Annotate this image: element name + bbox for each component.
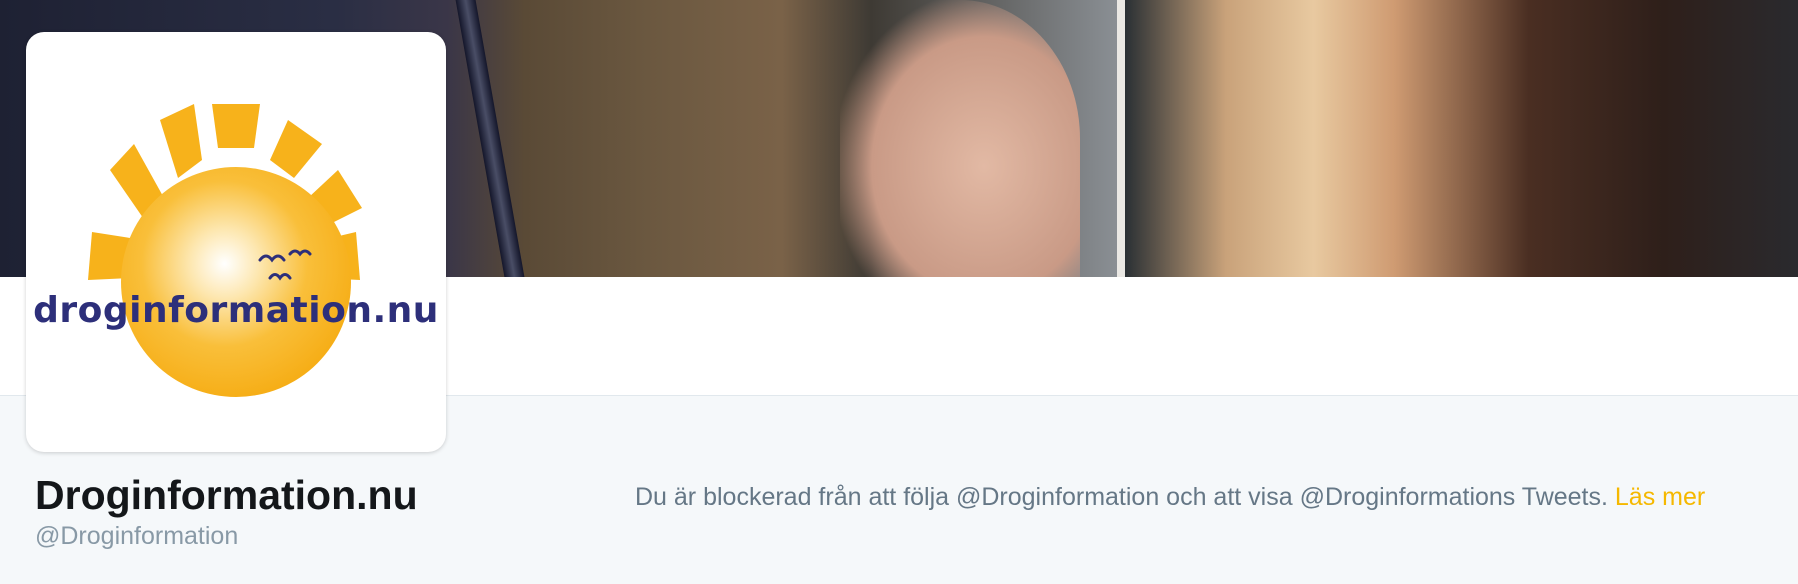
read-more-link[interactable]: Läs mer bbox=[1615, 483, 1705, 511]
profile-handle[interactable]: @Droginformation bbox=[35, 522, 238, 551]
banner-hand-detail bbox=[840, 0, 1080, 277]
blocked-message-text: Du är blockerad från att följa @Droginfo… bbox=[635, 483, 1608, 511]
banner-photo-right bbox=[1125, 0, 1798, 277]
banner-divider bbox=[1117, 0, 1125, 277]
logo-wordmark: droginformation.nu bbox=[33, 290, 439, 331]
profile-display-name[interactable]: Droginformation.nu bbox=[35, 472, 418, 519]
sun-logo-icon bbox=[88, 104, 362, 397]
profile-avatar[interactable]: droginformation.nu bbox=[26, 32, 446, 452]
blocked-notice: Du är blockerad från att följa @Droginfo… bbox=[635, 478, 1780, 516]
